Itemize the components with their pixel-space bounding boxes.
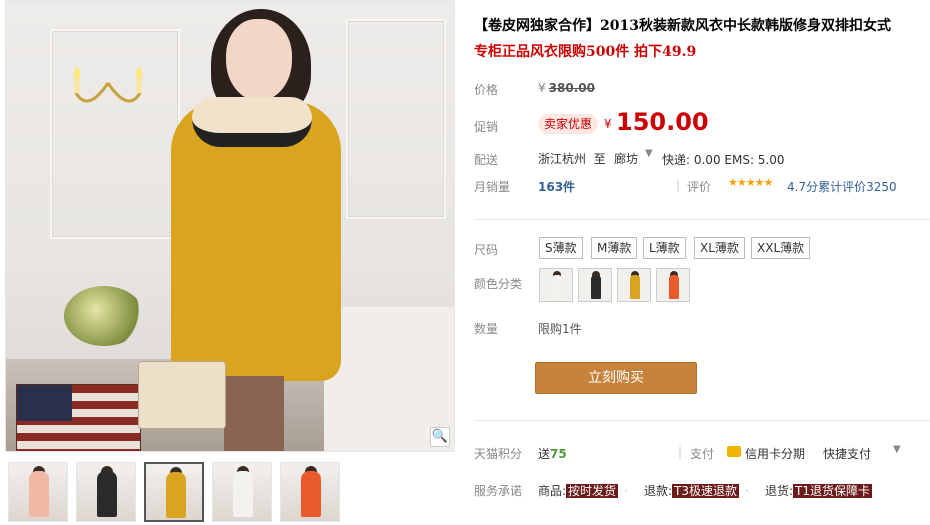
size-option[interactable]: L薄款 — [643, 237, 686, 259]
ship-from: 浙江杭州 至 — [538, 150, 606, 167]
white-coat-swatch[interactable] — [539, 268, 573, 302]
yen-symbol: ¥ — [604, 117, 612, 131]
product-thumbnail[interactable] — [144, 462, 204, 522]
main-product-image[interactable]: 🔍 — [5, 0, 455, 452]
yen-symbol: ¥ — [538, 81, 546, 95]
service-tag: T3极速退款 — [672, 484, 740, 498]
separator-dot: · — [745, 484, 749, 498]
promo-label: 促销 — [474, 120, 499, 134]
credit-card-icon — [727, 446, 741, 457]
service-promise[interactable]: 商品: 按时发货 · — [538, 482, 628, 499]
swatch-coat — [591, 275, 601, 299]
monthly-sales-label: 月销量 — [474, 180, 511, 194]
size-option[interactable]: M薄款 — [591, 237, 638, 259]
swatch-coat — [630, 275, 640, 299]
divider — [474, 420, 930, 421]
chevron-down-icon[interactable]: ▼ — [645, 148, 653, 159]
thumbnail-coat — [97, 471, 117, 517]
product-title: 【卷皮网独家合作】2013秋装新款风衣中长款韩版修身双排扣女式 — [474, 18, 891, 34]
payment-label: 支付 — [690, 447, 715, 461]
shipping-label: 配送 — [474, 153, 499, 167]
color-label: 颜色分类 — [474, 277, 523, 291]
size-option[interactable]: XXL薄款 — [751, 237, 811, 259]
flower-plant — [64, 286, 144, 346]
chevron-down-icon[interactable]: ▼ — [893, 444, 901, 455]
ship-to-word: 至 — [593, 152, 606, 166]
thumbnail-coat — [29, 471, 49, 517]
handbag — [138, 361, 226, 429]
size-option[interactable]: S薄款 — [539, 237, 583, 259]
service-prefix: 退款: — [644, 484, 673, 498]
thumbnail-coat — [166, 472, 186, 518]
thumbnail-coat — [233, 471, 253, 517]
product-thumbnail[interactable] — [76, 462, 136, 522]
credit-card-installment[interactable]: 信用卡分期 — [745, 445, 805, 462]
promo-price: 150.00 — [616, 108, 709, 136]
product-thumbnail[interactable] — [212, 462, 272, 522]
thumbnail-coat — [301, 471, 321, 517]
size-label: 尺码 — [474, 243, 499, 257]
service-prefix: 退货: — [765, 484, 794, 498]
original-price-value: 380.00 — [548, 81, 595, 95]
price-label: 价格 — [474, 83, 499, 97]
model-face — [226, 19, 292, 101]
model-legs — [224, 376, 284, 451]
service-tag: 按时发货 — [566, 484, 619, 498]
wall-panel — [346, 19, 446, 219]
service-promise[interactable]: 退款: T3极速退款 · — [644, 482, 749, 499]
divider — [474, 219, 930, 220]
service-promise[interactable]: 退货: T1退货保障卡 — [765, 482, 873, 499]
shipping-fee: 快递: 0.00 EMS: 5.00 — [662, 153, 785, 167]
points-value: 送75 — [538, 445, 567, 462]
coat-collar — [192, 97, 312, 147]
service-prefix: 商品: — [538, 484, 567, 498]
separator-dot: · — [624, 484, 628, 498]
divider: | — [678, 445, 683, 459]
zoom-icon[interactable]: 🔍 — [430, 427, 450, 447]
points-number: 75 — [550, 447, 567, 461]
quick-pay[interactable]: 快捷支付 — [823, 445, 871, 462]
rating-link[interactable]: 4.7分累计评价3250 — [787, 178, 897, 195]
buy-now-button[interactable]: 立刻购买 — [535, 362, 697, 394]
service-label: 服务承诺 — [474, 484, 523, 498]
monthly-sales-count: 163件 — [538, 180, 576, 194]
orange-coat-swatch[interactable] — [656, 268, 690, 302]
rating-stars-icon: ★★★★★ — [728, 176, 773, 189]
points-prefix: 送 — [538, 447, 551, 461]
black-coat-swatch[interactable] — [578, 268, 612, 302]
product-subtitle: 专柜正品风衣限购500件 拍下49.9 — [474, 44, 697, 60]
size-option[interactable]: XL薄款 — [694, 237, 745, 259]
quantity-limit: 限购1件 — [538, 322, 582, 336]
product-thumbnail[interactable] — [280, 462, 340, 522]
ship-from-city: 浙江杭州 — [538, 152, 587, 166]
wall-lamp — [74, 67, 142, 103]
ship-destination-select[interactable]: 廊坊 — [614, 150, 638, 167]
service-tag: T1退货保障卡 — [793, 484, 873, 498]
swatch-coat — [669, 275, 679, 299]
flag-chest — [16, 384, 141, 451]
yellow-coat-swatch[interactable] — [617, 268, 651, 302]
product-thumbnail[interactable] — [8, 462, 68, 522]
thumbnail-strip — [8, 462, 348, 522]
divider: | — [676, 178, 681, 192]
points-label: 天猫积分 — [474, 447, 523, 461]
seller-discount-badge: 卖家优惠 — [538, 114, 599, 134]
rating-label: 评价 — [687, 180, 712, 194]
swatch-coat — [552, 275, 562, 299]
quantity-label: 数量 — [474, 322, 499, 336]
original-price: ¥380.00 — [538, 81, 595, 95]
